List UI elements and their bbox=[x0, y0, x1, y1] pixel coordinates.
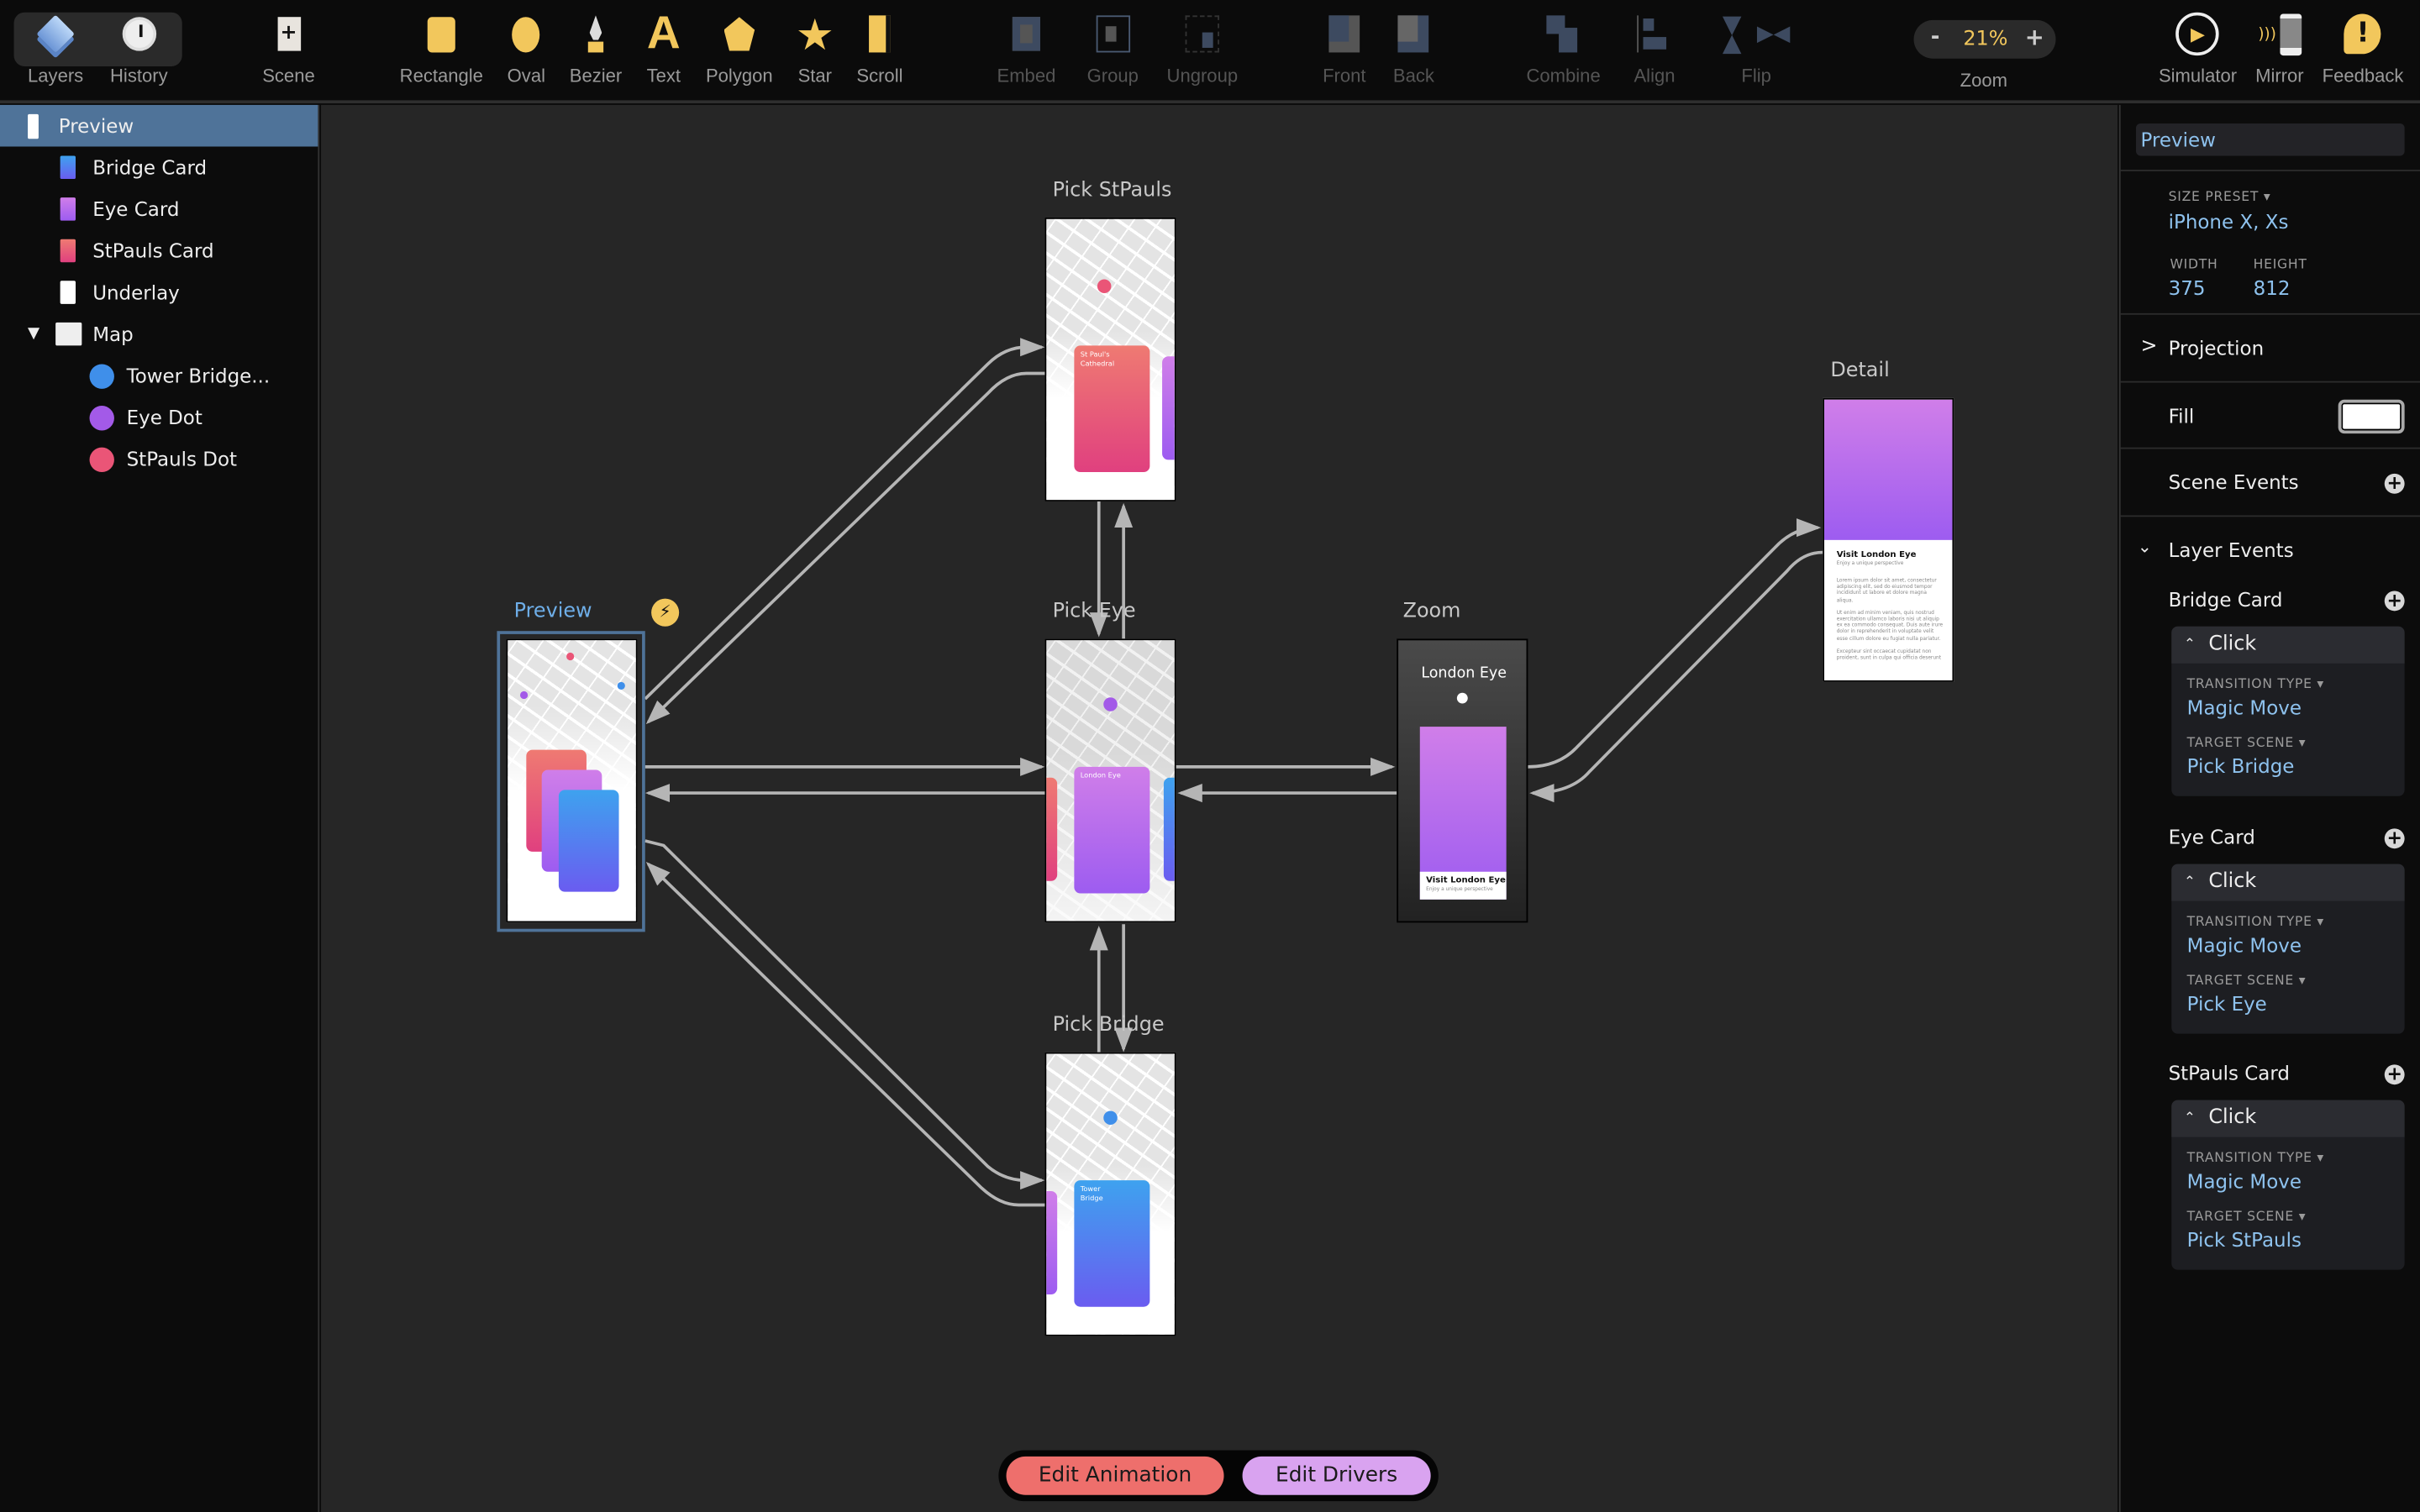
eye-card-peek bbox=[1046, 1190, 1058, 1295]
event-layer-name: StPauls Card bbox=[2168, 1061, 2290, 1085]
add-layer-event-plus-icon[interactable]: + bbox=[2384, 827, 2405, 849]
transition-type-label[interactable]: TRANSITION TYPE ▾ bbox=[2187, 915, 2324, 930]
add-scene-event-plus-icon[interactable]: + bbox=[2384, 473, 2405, 494]
eye-card: London Eye bbox=[1074, 766, 1150, 894]
scene-label-pick-eye[interactable]: Pick Eye bbox=[1053, 600, 1136, 623]
scene-events-label: Scene Events bbox=[2168, 470, 2299, 494]
stpauls-card: St Paul's Cathedral bbox=[1074, 345, 1150, 473]
fill-color-swatch[interactable] bbox=[2338, 399, 2405, 434]
divider bbox=[2120, 381, 2420, 383]
divider bbox=[2120, 170, 2420, 171]
edit-animation-button[interactable]: Edit Animation bbox=[1006, 1456, 1224, 1495]
event-block: ⌃ Click TRANSITION TYPE ▾ Magic Move TARG… bbox=[2171, 864, 2405, 1034]
eye-dot bbox=[519, 690, 529, 700]
start-scene-lightning-badge[interactable]: ⚡ bbox=[651, 598, 680, 627]
connection-preview-bridge bbox=[644, 839, 1045, 1190]
event-layer-name: Eye Card bbox=[2168, 825, 2255, 849]
connection-stpauls-preview bbox=[645, 371, 1045, 725]
size-preset-label[interactable]: SIZE PRESET ▾ bbox=[2169, 190, 2271, 205]
mode-switcher: Edit Animation Edit Drivers bbox=[998, 1450, 1439, 1502]
add-layer-event-plus-icon[interactable]: + bbox=[2384, 1063, 2405, 1085]
add-layer-event-plus-icon[interactable]: + bbox=[2384, 591, 2405, 612]
detail-subtitle: Enjoy a unique perspective bbox=[1836, 559, 1904, 567]
target-scene-label[interactable]: TARGET SCENE ▾ bbox=[2187, 974, 2307, 989]
stpauls-dot bbox=[566, 652, 575, 661]
trigger-select[interactable]: ⌃ Click bbox=[2171, 1100, 2405, 1137]
white-dot bbox=[1456, 692, 1468, 704]
detail-hero bbox=[1824, 399, 1953, 540]
scene-label-zoom[interactable]: Zoom bbox=[1403, 600, 1461, 623]
tower-bridge-dot bbox=[617, 681, 625, 690]
height-label: HEIGHT bbox=[2253, 257, 2307, 274]
inspector-panel: Preview SIZE PRESET ▾ iPhone X, Xs WIDTH… bbox=[2118, 104, 2420, 1512]
detail-paragraph: Lorem ipsum dolor sit amet, consectetur … bbox=[1836, 576, 1937, 603]
card-subtitle: Enjoy a unique perspective bbox=[1426, 885, 1493, 892]
scene-preview[interactable] bbox=[506, 638, 638, 923]
target-scene-value[interactable]: Pick Eye bbox=[2187, 992, 2267, 1016]
stpauls-card-peek bbox=[1046, 777, 1058, 881]
scene-pick-eye[interactable]: London Eye bbox=[1044, 638, 1176, 923]
bridge-card bbox=[558, 790, 619, 892]
divider bbox=[2120, 515, 2420, 517]
chevron-down-icon[interactable]: ⌄ bbox=[2138, 537, 2152, 557]
eye-detail-card: Visit London Eye Enjoy a unique perspect… bbox=[1419, 727, 1507, 900]
eye-dot bbox=[1103, 697, 1118, 711]
connection-zoom-detail bbox=[1528, 518, 1822, 769]
transition-type-label[interactable]: TRANSITION TYPE ▾ bbox=[2187, 677, 2324, 692]
width-label: WIDTH bbox=[2170, 257, 2218, 274]
scene-detail[interactable]: Visit London Eye Enjoy a unique perspect… bbox=[1823, 397, 1954, 682]
up-down-chevron-icon: ⌃ bbox=[2183, 637, 2196, 653]
target-scene-label[interactable]: TARGET SCENE ▾ bbox=[2187, 736, 2307, 751]
event-block: ⌃ Click TRANSITION TYPE ▾ Magic Move TARG… bbox=[2171, 626, 2405, 796]
connection-detail-zoom bbox=[1529, 550, 1823, 803]
projection-section[interactable]: Projection bbox=[2169, 336, 2265, 360]
detail-paragraph: Excepteur sint occaecat cupidatat non pr… bbox=[1836, 648, 1942, 661]
card-title: Visit London Eye bbox=[1426, 876, 1506, 886]
scene-label-detail[interactable]: Detail bbox=[1830, 360, 1889, 383]
detail-title: Visit London Eye bbox=[1836, 550, 1917, 560]
target-scene-value[interactable]: Pick StPauls bbox=[2187, 1228, 2302, 1252]
up-down-chevron-icon: ⌃ bbox=[2183, 874, 2196, 890]
connection-bridge-preview bbox=[645, 862, 1045, 1207]
event-layer-name: Bridge Card bbox=[2168, 587, 2283, 612]
width-field[interactable]: 375 bbox=[2169, 276, 2206, 300]
chevron-right-icon[interactable]: > bbox=[2141, 335, 2158, 359]
connections bbox=[644, 338, 1823, 1207]
layer-events-section[interactable]: Layer Events bbox=[2169, 538, 2294, 562]
detail-paragraph: Ut enim ad minim veniam, quis nostrud ex… bbox=[1836, 609, 1944, 642]
up-down-chevron-icon: ⌃ bbox=[2183, 1110, 2196, 1126]
transition-type-value[interactable]: Magic Move bbox=[2187, 696, 2302, 719]
transition-type-value[interactable]: Magic Move bbox=[2187, 1169, 2302, 1193]
event-block: ⌃ Click TRANSITION TYPE ▾ Magic Move TARG… bbox=[2171, 1100, 2405, 1270]
divider bbox=[2120, 447, 2420, 449]
target-scene-value[interactable]: Pick Bridge bbox=[2187, 754, 2295, 778]
canvas[interactable]: Pick StPauls St Paul's Cathedral Pick Ey… bbox=[321, 104, 2118, 1512]
target-scene-label[interactable]: TARGET SCENE ▾ bbox=[2187, 1210, 2307, 1225]
edit-drivers-button[interactable]: Edit Drivers bbox=[1242, 1456, 1431, 1495]
eye-card-peek bbox=[1162, 356, 1175, 460]
fill-label: Fill bbox=[2168, 404, 2195, 428]
bridge-card: Tower Bridge bbox=[1074, 1180, 1150, 1307]
scene-zoom[interactable]: London Eye Visit London Eye Enjoy a uniq… bbox=[1397, 638, 1528, 923]
height-field[interactable]: 812 bbox=[2254, 276, 2291, 300]
trigger-select[interactable]: ⌃ Click bbox=[2171, 626, 2405, 664]
divider bbox=[2120, 312, 2420, 315]
scene-label-pick-stpauls[interactable]: Pick StPauls bbox=[1053, 179, 1172, 202]
stpauls-dot bbox=[1097, 279, 1112, 293]
size-preset-value[interactable]: iPhone X, Xs bbox=[2169, 210, 2289, 234]
scene-pick-stpauls[interactable]: St Paul's Cathedral bbox=[1044, 217, 1176, 501]
trigger-select[interactable]: ⌃ Click bbox=[2171, 864, 2405, 901]
zoom-scene-title: London Eye bbox=[1421, 664, 1507, 682]
bridge-card-peek bbox=[1163, 777, 1175, 881]
scene-label-pick-bridge[interactable]: Pick Bridge bbox=[1053, 1014, 1165, 1037]
transition-type-value[interactable]: Magic Move bbox=[2187, 933, 2302, 957]
scene-label-preview[interactable]: Preview bbox=[514, 600, 592, 623]
scene-name-field[interactable]: Preview bbox=[2136, 123, 2405, 156]
scene-pick-bridge[interactable]: Tower Bridge bbox=[1044, 1052, 1176, 1336]
tower-bridge-dot bbox=[1103, 1110, 1118, 1125]
transition-type-label[interactable]: TRANSITION TYPE ▾ bbox=[2187, 1151, 2324, 1166]
